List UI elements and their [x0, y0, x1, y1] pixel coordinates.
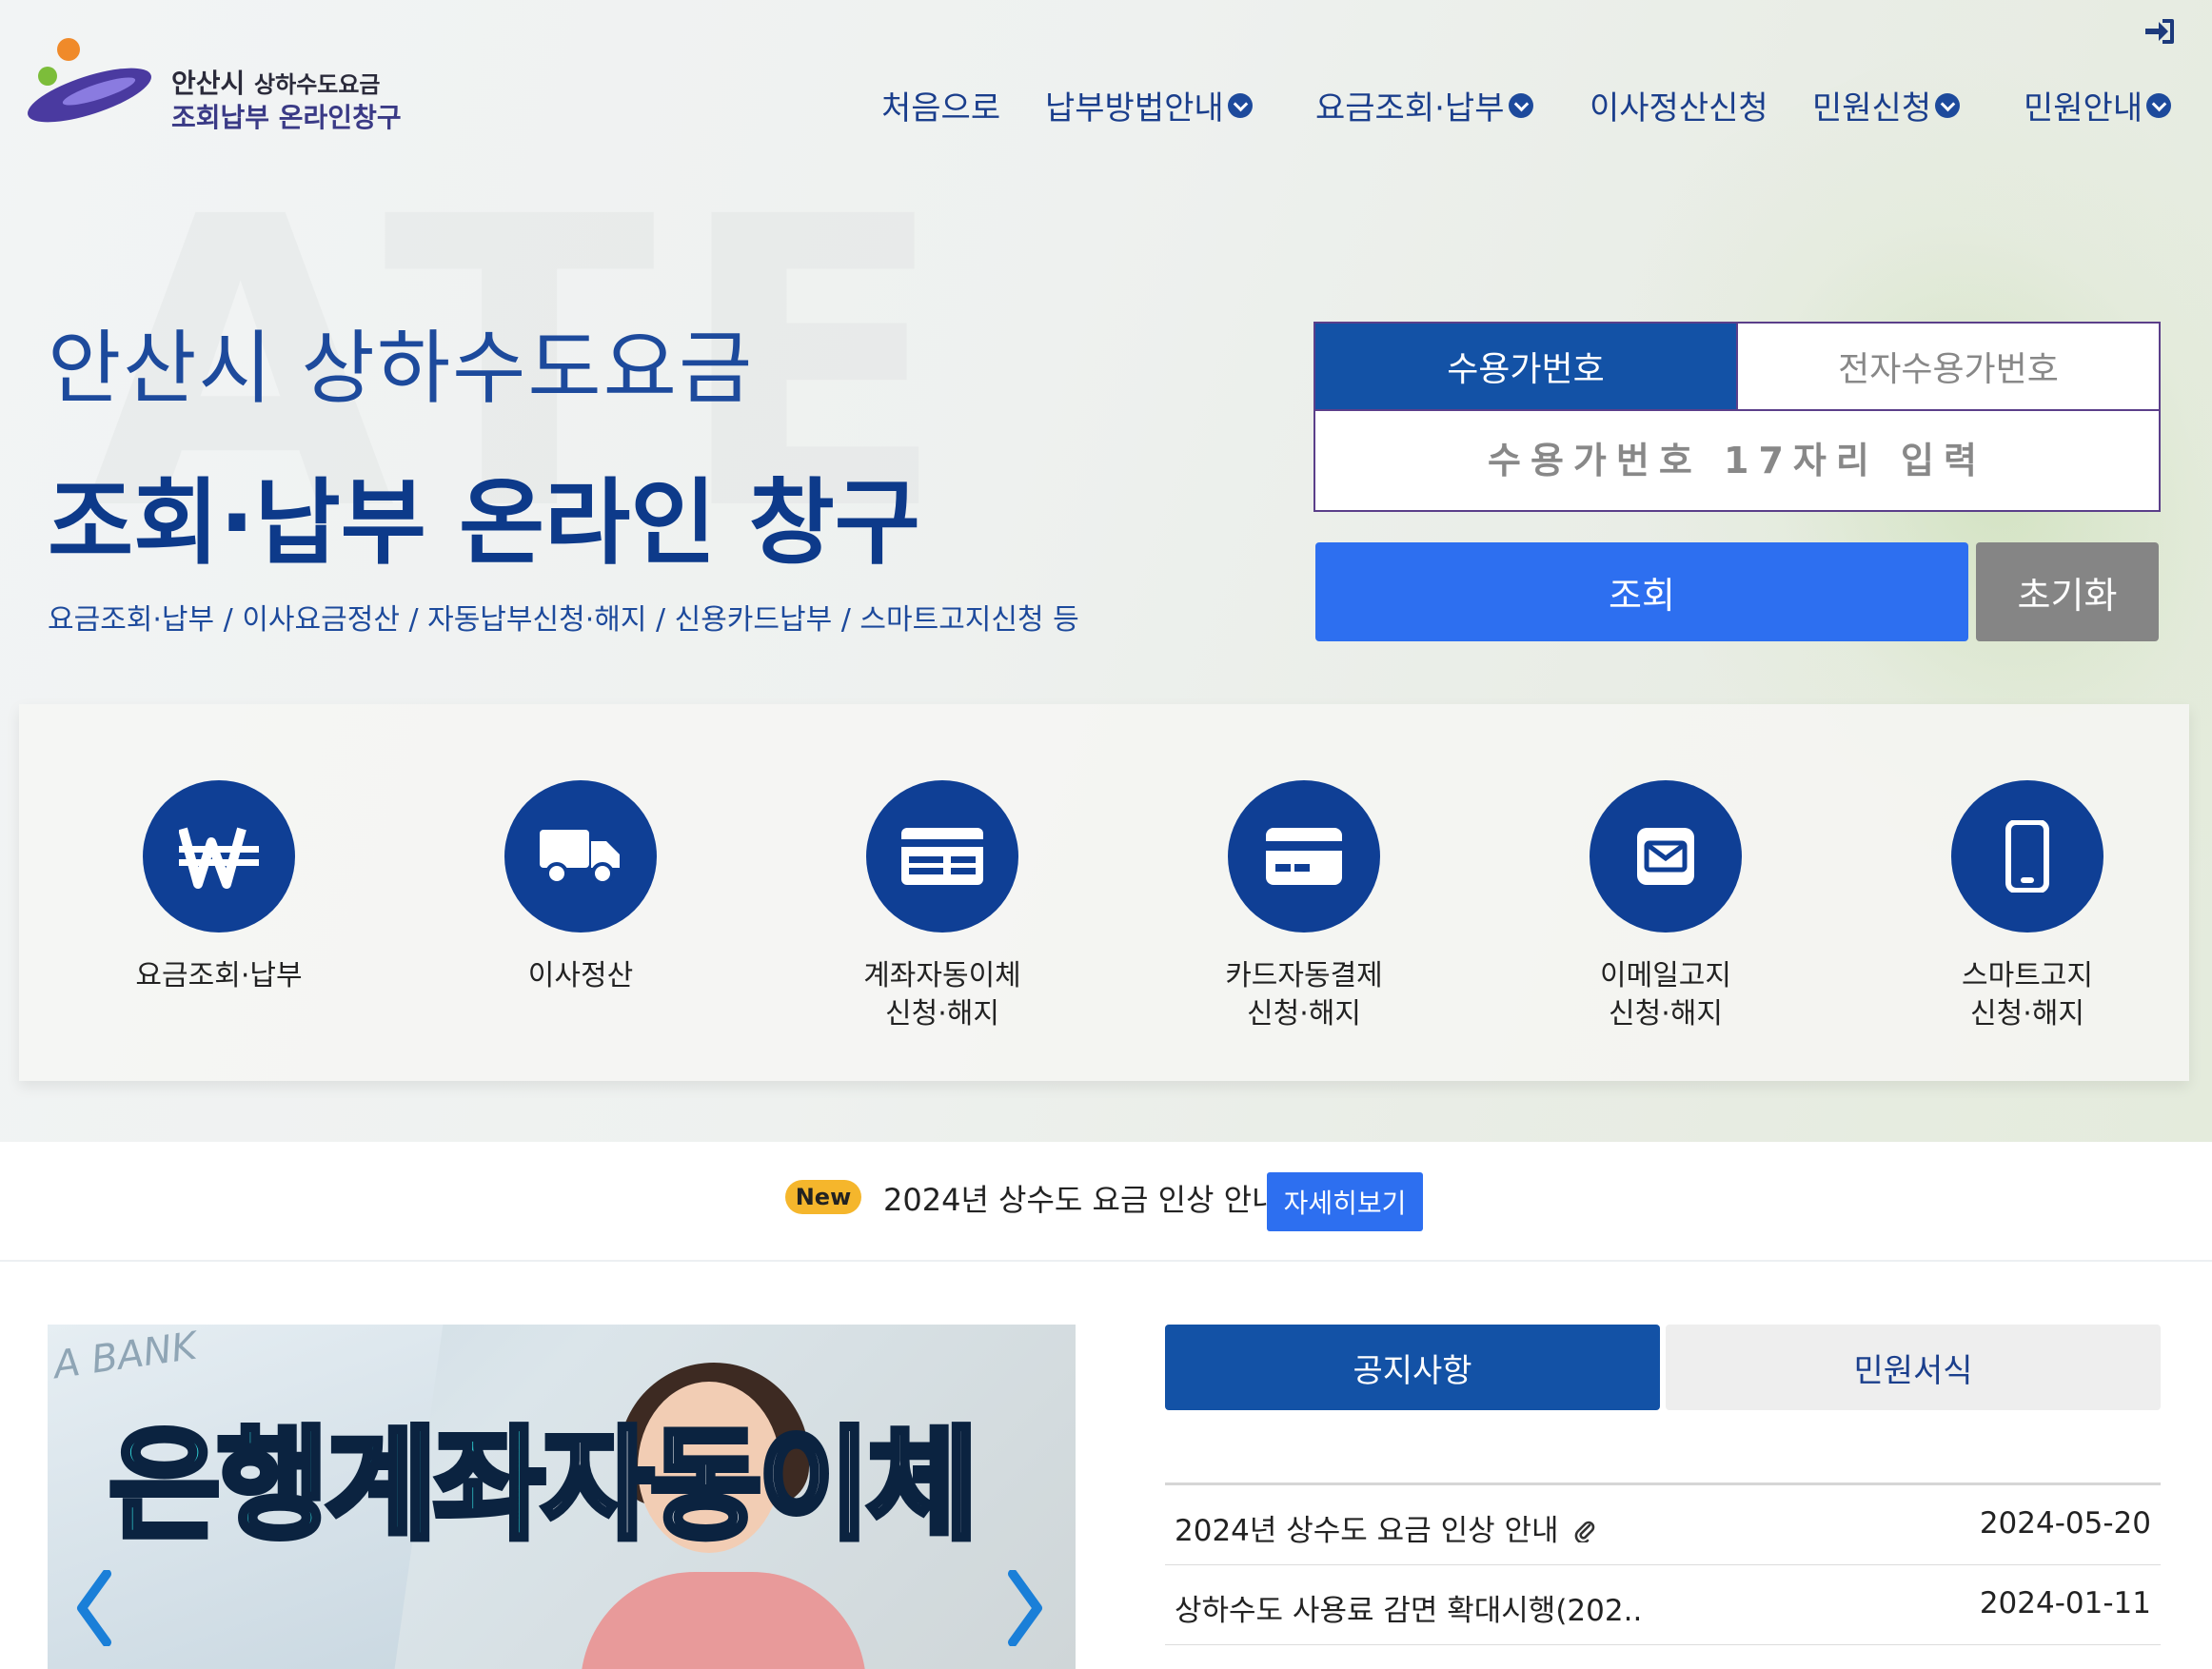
quick-bill-inquiry-label: 요금조회·납부: [135, 959, 303, 992]
nav-civil-request[interactable]: 민원신청: [1812, 82, 1961, 128]
quick-bank-auto-transfer-label: 계좌자동이체 신청·해지: [863, 959, 1021, 1031]
list-item[interactable]: 2024년 상수도 요금 인상 안내 2024-05-20: [1165, 1485, 2161, 1565]
quick-card-auto-payment[interactable]: 카드자동결제 신청·해지: [1161, 780, 1447, 1066]
won-icon: [179, 827, 259, 889]
nav-civil-guide-label: 민원안내: [2024, 89, 2143, 128]
nav-civil-request-label: 민원신청: [1812, 89, 1932, 128]
quick-smart-notice-label: 스마트고지 신청·해지: [1962, 959, 2093, 1031]
logo-subtitle: 조회납부 온라인창구: [171, 102, 402, 133]
truck-icon: [540, 830, 620, 885]
chevron-down-icon: [1508, 92, 1533, 118]
quick-card-auto-payment-label: 카드자동결제 신청·해지: [1225, 959, 1383, 1031]
nav-moving-settlement-label: 이사정산신청: [1590, 89, 1768, 128]
hero-title: 안산시 상하수도요금: [48, 322, 755, 415]
quick-email-notice[interactable]: 이메일고지 신청·해지: [1523, 780, 1808, 1066]
notice-date: 2024-05-20: [1979, 1506, 2151, 1541]
banner-prev-arrow-icon[interactable]: [72, 1570, 114, 1646]
hero-description: 요금조회·납부 / 이사요금정산 / 자동납부신청·해지 / 신용카드납부 / …: [48, 603, 1079, 637]
nav-home[interactable]: 처음으로: [881, 82, 1000, 128]
quick-bank-auto-transfer[interactable]: 계좌자동이체 신청·해지: [800, 780, 1085, 1066]
chevron-down-icon: [2146, 92, 2172, 118]
tab-notices[interactable]: 공지사항: [1165, 1325, 1660, 1410]
credit-card-icon: [1266, 828, 1342, 885]
bank-transfer-icon: [901, 828, 983, 885]
quick-moving-settlement-label: 이사정산: [527, 959, 634, 992]
notice-title: 2024년 상수도 요금 인상 안내: [1175, 1514, 1559, 1548]
smartphone-icon: [2005, 820, 2049, 893]
nav-home-label: 처음으로: [881, 89, 1001, 128]
quick-menu-panel: 요금조회·납부 이사정산 계좌자동이체 신청·해지 카드자동결제 신청·해지 이…: [19, 704, 2189, 1081]
envelope-icon: [1637, 828, 1694, 885]
nav-payment-methods[interactable]: 납부방법안내: [1045, 82, 1253, 128]
nav-civil-guide[interactable]: 민원안내: [2024, 82, 2172, 128]
nav-bill-inquiry[interactable]: 요금조회·납부: [1315, 82, 1533, 128]
nav-payment-methods-label: 납부방법안내: [1045, 89, 1224, 128]
new-badge: New: [785, 1180, 861, 1214]
hero-subtitle: 조회·납부 온라인 창구: [48, 469, 920, 578]
notice-text[interactable]: 2024년 상수도 요금 인상 안내: [883, 1176, 1280, 1220]
banner-headline-part1: 은행계좌: [106, 1415, 548, 1557]
list-item[interactable]: 상하수도 사용료 감면 확대시행(202.. 2024-01-11: [1165, 1565, 2161, 1645]
tab-customer-number[interactable]: 수용가번호: [1315, 324, 1736, 409]
search-button[interactable]: 조회: [1315, 542, 1968, 641]
site-logo[interactable]: 안산시 상하수도요금 조회납부 온라인창구: [17, 36, 417, 141]
notice-detail-button[interactable]: 자세히보기: [1267, 1172, 1423, 1231]
logo-city: 안산시: [171, 68, 246, 99]
banner-headline-part2: 자동이체: [539, 1415, 981, 1557]
notice-bar: New 2024년 상수도 요금 인상 안내 자세히보기: [0, 1142, 2212, 1262]
reset-button[interactable]: 초기화: [1976, 542, 2159, 641]
logo-emblem-icon: [28, 38, 151, 123]
banner-next-arrow-icon[interactable]: [1005, 1570, 1047, 1646]
customer-number-input[interactable]: [1313, 411, 2161, 512]
nav-moving-settlement[interactable]: 이사정산신청: [1590, 82, 1768, 128]
quick-moving-settlement[interactable]: 이사정산: [438, 780, 723, 1066]
quick-email-notice-label: 이메일고지 신청·해지: [1600, 959, 1731, 1031]
notice-title: 상하수도 사용료 감면 확대시행(202..: [1175, 1594, 1643, 1628]
quick-bill-inquiry[interactable]: 요금조회·납부: [76, 780, 362, 1066]
quick-smart-notice[interactable]: 스마트고지 신청·해지: [1885, 780, 2170, 1066]
paperclip-icon: [1574, 1516, 1595, 1550]
chevron-down-icon: [1935, 92, 1961, 118]
tab-civil-forms[interactable]: 민원서식: [1666, 1325, 2161, 1410]
notice-list: 2024년 상수도 요금 인상 안내 2024-05-20 상하수도 사용료 감…: [1165, 1482, 2161, 1645]
logo-service: 상하수도요금: [254, 71, 381, 98]
banner-headline: 은행계좌자동이체: [106, 1417, 981, 1556]
tab-electronic-customer-number[interactable]: 전자수용가번호: [1736, 324, 2159, 409]
promo-banner[interactable]: A BANK 은행계좌자동이체: [48, 1325, 1076, 1669]
notice-date: 2024-01-11: [1979, 1586, 2151, 1620]
chevron-down-icon: [1227, 92, 1253, 118]
nav-bill-inquiry-label: 요금조회·납부: [1315, 89, 1505, 128]
sign-in-icon[interactable]: [2143, 17, 2176, 46]
customer-number-tabs: 수용가번호 전자수용가번호: [1313, 322, 2161, 411]
